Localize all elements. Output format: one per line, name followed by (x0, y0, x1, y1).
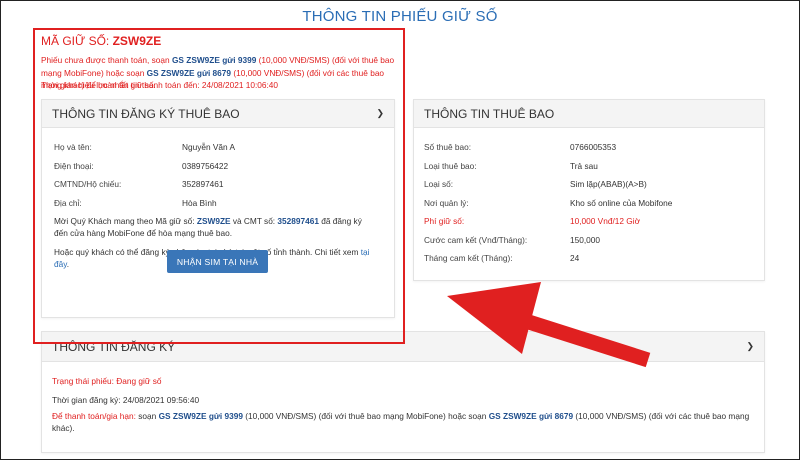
annotation-arrow (447, 282, 651, 368)
arrow-head (447, 282, 541, 354)
arrow-shaft (507, 308, 651, 368)
